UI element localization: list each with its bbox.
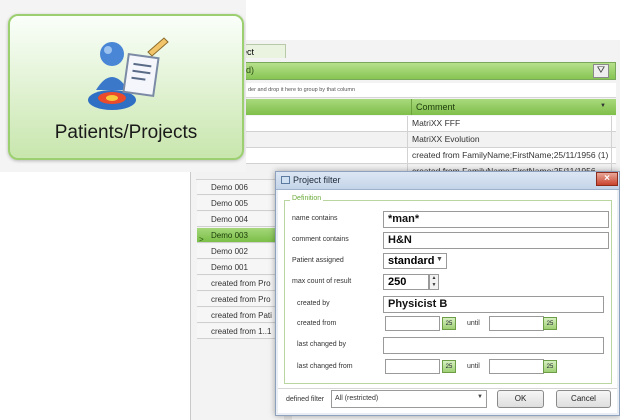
funnel-icon[interactable]: ⛛	[593, 64, 609, 78]
calendar-icon[interactable]: 25	[543, 360, 557, 373]
created-from-date-input[interactable]	[385, 316, 440, 331]
close-icon[interactable]: ×	[596, 172, 618, 186]
patients-projects-label: Patients/Projects	[54, 122, 198, 143]
list-item[interactable]: created from Pati	[197, 308, 284, 323]
list-item[interactable]: created from 1..1	[197, 324, 284, 339]
filter-bar[interactable]	[196, 62, 616, 80]
last-changed-by-label: last changed by	[297, 341, 347, 348]
last-changed-by-input[interactable]	[383, 337, 604, 354]
table-cell-comment: MatriXX Evolution	[412, 134, 480, 144]
table-row[interactable]: created from FamilyName;FirstName;25/11/…	[196, 148, 616, 164]
ok-button[interactable]: OK	[497, 390, 544, 408]
comment-contains-label: comment contains	[292, 236, 349, 243]
created-until-label: until	[467, 320, 480, 327]
last-changed-from-label: last changed from	[297, 363, 353, 370]
defined-filter-label: defined filter	[286, 396, 325, 403]
max-count-label: max count of result	[292, 278, 352, 285]
table-cell-comment: created from FamilyName;FirstName;25/11/…	[412, 150, 609, 160]
definition-group-label: Definition	[290, 195, 324, 202]
group-by-hint-text: der and drop it here to group by that co…	[248, 87, 356, 93]
last-changed-until-date-input[interactable]	[489, 359, 544, 374]
created-from-label: created from	[297, 320, 337, 327]
dialog-title: Project filter	[293, 175, 341, 185]
table-row[interactable]: 0-11-22 b MatriXX FFF	[196, 116, 616, 132]
table-row[interactable]: 0-11-22 a MatriXX Evolution	[196, 132, 616, 148]
list-item[interactable]: Demo 004	[197, 212, 284, 227]
calendar-icon[interactable]: 25	[442, 317, 456, 330]
created-by-label: created by	[297, 300, 330, 307]
calendar-icon[interactable]: 25	[442, 360, 456, 373]
comment-contains-input[interactable]: H&N	[383, 232, 609, 249]
name-contains-label: name contains	[292, 215, 338, 222]
list-item[interactable]: Demo 002	[197, 244, 284, 259]
last-changed-from-date-input[interactable]	[385, 359, 440, 374]
created-until-date-input[interactable]	[489, 316, 544, 331]
table-cell-extra	[611, 116, 617, 131]
list-item[interactable]: Demo 006	[197, 180, 284, 195]
list-item[interactable]: created from Pro	[197, 276, 284, 291]
created-by-input[interactable]: Physicist B	[383, 296, 604, 313]
chevron-down-icon[interactable]: ▼	[477, 394, 483, 400]
max-count-input[interactable]: 250	[383, 274, 429, 290]
filter-bar-text: d)	[246, 65, 255, 75]
calendar-icon[interactable]: 25	[543, 317, 557, 330]
cancel-button[interactable]: Cancel	[556, 390, 611, 408]
table-cell-extra	[611, 148, 617, 163]
list-item[interactable]: Demo 005	[197, 196, 284, 211]
table-cell-comment: MatriXX FFF	[412, 118, 461, 128]
spinner-arrows-icon[interactable]: ▲ ▼	[429, 274, 439, 290]
column-header-comment[interactable]: Comment	[411, 99, 611, 115]
name-contains-input[interactable]: *man*	[383, 211, 609, 228]
row-selector-icon: >	[199, 235, 204, 244]
patient-projects-icon	[88, 37, 169, 110]
sort-arrow-icon[interactable]: ▼	[600, 103, 606, 109]
window-icon	[281, 176, 290, 184]
group-by-hint: der and drop it here to group by that co…	[196, 83, 616, 98]
list-item[interactable]: Demo 001	[197, 260, 284, 275]
defined-filter-select[interactable]: All (restricted)	[331, 390, 487, 408]
chevron-down-icon[interactable]: ▼	[436, 256, 443, 263]
divider	[278, 388, 617, 389]
last-changed-until-label: until	[467, 363, 480, 370]
patient-assigned-label: Patient assigned	[292, 257, 344, 264]
list-item[interactable]: created from Pro	[197, 292, 284, 307]
table-cell-extra	[611, 132, 617, 147]
list-item-selected[interactable]: Demo 003	[197, 228, 284, 243]
